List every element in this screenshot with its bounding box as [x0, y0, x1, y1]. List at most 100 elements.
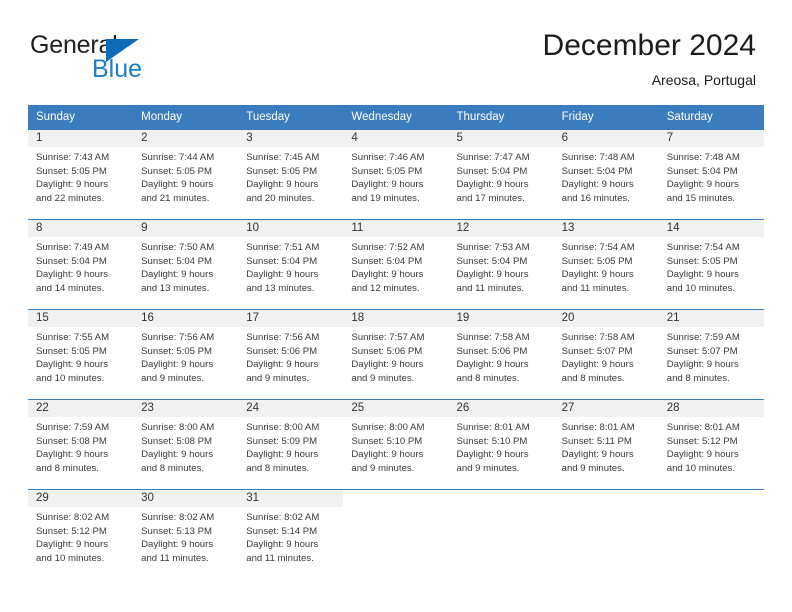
sunrise-text: Sunrise: 7:55 AM	[36, 332, 110, 343]
daylight-text-line1: Daylight: 9 hours	[141, 359, 214, 371]
calendar-day-cell[interactable]: 30 Sunrise: 8:02 AM Sunset: 5:13 PM Dayligh…	[133, 490, 239, 579]
sunset-text: Sunset: 5:04 PM	[351, 255, 423, 267]
daylight-text-line2: and 8 minutes.	[456, 372, 520, 384]
day-details: Sunrise: 7:45 AM Sunset: 5:05 PM Daylight:…	[238, 147, 343, 205]
sunset-text: Sunset: 5:06 PM	[351, 345, 423, 357]
daylight-text-line2: and 9 minutes.	[351, 462, 415, 474]
location-subtitle: Areosa, Portugal	[651, 72, 756, 88]
sunrise-text: Sunrise: 7:44 AM	[141, 152, 215, 163]
sunset-text: Sunset: 5:05 PM	[246, 165, 318, 177]
weekday-header-monday: Monday	[141, 111, 183, 123]
calendar-week-row: 22 Sunrise: 7:59 AM Sunset: 5:08 PM Dayligh…	[28, 399, 764, 489]
daylight-text-line2: and 9 minutes.	[561, 462, 625, 474]
sunset-text: Sunset: 5:04 PM	[36, 255, 107, 267]
calendar-day-cell[interactable]: 12 Sunrise: 7:53 AM Sunset: 5:04 PM Dayligh…	[448, 220, 554, 309]
daylight-text-line1: Daylight: 9 hours	[666, 359, 739, 371]
daylight-text-line2: and 19 minutes.	[351, 192, 420, 204]
brand-logo[interactable]: General Blue	[30, 32, 250, 88]
day-details: Sunrise: 8:02 AM Sunset: 5:14 PM Daylight:…	[238, 507, 343, 565]
calendar-day-cell[interactable]: 19 Sunrise: 7:58 AM Sunset: 5:06 PM Dayligh…	[448, 310, 554, 399]
day-number: 2	[133, 130, 239, 147]
calendar-day-cell[interactable]: 8 Sunrise: 7:49 AM Sunset: 5:04 PM Daylight…	[28, 220, 134, 309]
weekday-header-saturday: Saturday	[666, 111, 713, 123]
sunset-text: Sunset: 5:05 PM	[666, 255, 738, 267]
day-details	[449, 507, 554, 511]
calendar-day-cell[interactable]: 28 Sunrise: 8:01 AM Sunset: 5:12 PM Dayligh…	[658, 400, 764, 489]
daylight-text-line1: Daylight: 9 hours	[141, 269, 214, 281]
calendar-day-cell[interactable]: 18 Sunrise: 7:57 AM Sunset: 5:06 PM Dayligh…	[343, 310, 449, 399]
calendar-day-cell[interactable]: 21 Sunrise: 7:59 AM Sunset: 5:07 PM Dayligh…	[658, 310, 764, 399]
daylight-text-line2: and 10 minutes.	[36, 372, 105, 384]
day-details: Sunrise: 7:55 AM Sunset: 5:05 PM Daylight:…	[28, 327, 133, 385]
sunrise-text: Sunrise: 8:00 AM	[246, 422, 320, 433]
calendar-page: General Blue December 2024 Areosa, Portu…	[0, 0, 792, 612]
calendar-day-cell[interactable]: 22 Sunrise: 7:59 AM Sunset: 5:08 PM Dayligh…	[28, 400, 134, 489]
daylight-text-line1: Daylight: 9 hours	[456, 359, 529, 371]
day-details: Sunrise: 8:00 AM Sunset: 5:08 PM Daylight:…	[133, 417, 238, 475]
calendar-day-cell[interactable]: 13 Sunrise: 7:54 AM Sunset: 5:05 PM Dayligh…	[553, 220, 659, 309]
calendar-day-cell[interactable]: 15 Sunrise: 7:55 AM Sunset: 5:05 PM Dayligh…	[28, 310, 134, 399]
daylight-text-line2: and 8 minutes.	[666, 372, 730, 384]
daylight-text-line1: Daylight: 9 hours	[351, 179, 424, 191]
day-details: Sunrise: 7:47 AM Sunset: 5:04 PM Daylight:…	[449, 147, 554, 205]
day-details: Sunrise: 7:58 AM Sunset: 5:07 PM Daylight:…	[554, 327, 659, 385]
day-details	[659, 507, 764, 511]
sunrise-text: Sunrise: 7:53 AM	[456, 242, 530, 253]
calendar-day-cell[interactable]: 16 Sunrise: 7:56 AM Sunset: 5:05 PM Dayligh…	[133, 310, 239, 399]
calendar-weeks: 1 Sunrise: 7:43 AM Sunset: 5:05 PM Daylight…	[28, 130, 764, 579]
calendar-day-cell[interactable]: 10 Sunrise: 7:51 AM Sunset: 5:04 PM Dayligh…	[238, 220, 344, 309]
sunset-text: Sunset: 5:10 PM	[351, 435, 423, 447]
daylight-text-line1: Daylight: 9 hours	[666, 179, 739, 191]
day-details: Sunrise: 7:59 AM Sunset: 5:07 PM Daylight:…	[659, 327, 764, 385]
sunset-text: Sunset: 5:09 PM	[246, 435, 318, 447]
calendar-day-cell[interactable]: 14 Sunrise: 7:54 AM Sunset: 5:05 PM Dayligh…	[658, 220, 764, 309]
day-number: 16	[133, 310, 239, 327]
calendar-day-cell[interactable]: 26 Sunrise: 8:01 AM Sunset: 5:10 PM Dayligh…	[448, 400, 554, 489]
calendar-day-cell[interactable]: 29 Sunrise: 8:02 AM Sunset: 5:12 PM Dayligh…	[28, 490, 134, 579]
calendar-day-cell[interactable]: 9 Sunrise: 7:50 AM Sunset: 5:04 PM Daylight…	[133, 220, 239, 309]
daylight-text-line1: Daylight: 9 hours	[456, 179, 529, 191]
day-details: Sunrise: 7:46 AM Sunset: 5:05 PM Daylight:…	[343, 147, 448, 205]
sunset-text: Sunset: 5:05 PM	[36, 345, 107, 357]
calendar-day-cell[interactable]: 27 Sunrise: 8:01 AM Sunset: 5:11 PM Dayligh…	[553, 400, 659, 489]
calendar-day-cell[interactable]: 11 Sunrise: 7:52 AM Sunset: 5:04 PM Dayligh…	[343, 220, 449, 309]
daylight-text-line1: Daylight: 9 hours	[36, 449, 108, 461]
day-details: Sunrise: 8:01 AM Sunset: 5:11 PM Daylight:…	[554, 417, 659, 475]
daylight-text-line2: and 21 minutes.	[141, 192, 210, 204]
day-number	[554, 490, 659, 507]
calendar-day-cell[interactable]: 20 Sunrise: 7:58 AM Sunset: 5:07 PM Dayligh…	[553, 310, 659, 399]
calendar-day-cell[interactable]: 6 Sunrise: 7:48 AM Sunset: 5:04 PM Daylight…	[553, 130, 659, 219]
daylight-text-line2: and 22 minutes.	[36, 192, 105, 204]
sunset-text: Sunset: 5:12 PM	[36, 525, 107, 537]
daylight-text-line1: Daylight: 9 hours	[666, 449, 739, 461]
day-details: Sunrise: 7:43 AM Sunset: 5:05 PM Daylight:…	[28, 147, 133, 205]
day-number	[449, 490, 554, 507]
calendar-day-cell[interactable]: 31 Sunrise: 8:02 AM Sunset: 5:14 PM Dayligh…	[238, 490, 344, 579]
sunrise-text: Sunrise: 7:52 AM	[351, 242, 425, 253]
day-details: Sunrise: 8:00 AM Sunset: 5:10 PM Daylight:…	[343, 417, 448, 475]
day-details	[554, 507, 659, 511]
calendar-day-cell[interactable]: 25 Sunrise: 8:00 AM Sunset: 5:10 PM Dayligh…	[343, 400, 449, 489]
calendar-day-cell[interactable]: 2 Sunrise: 7:44 AM Sunset: 5:05 PM Daylight…	[133, 130, 239, 219]
sunset-text: Sunset: 5:14 PM	[246, 525, 318, 537]
calendar-day-cell[interactable]: 23 Sunrise: 8:00 AM Sunset: 5:08 PM Dayligh…	[133, 400, 239, 489]
sunrise-text: Sunrise: 7:59 AM	[666, 332, 740, 343]
daylight-text-line2: and 17 minutes.	[456, 192, 525, 204]
calendar-day-cell[interactable]: 1 Sunrise: 7:43 AM Sunset: 5:05 PM Daylight…	[28, 130, 134, 219]
day-details: Sunrise: 8:01 AM Sunset: 5:12 PM Daylight:…	[659, 417, 764, 475]
calendar-day-cell[interactable]: 4 Sunrise: 7:46 AM Sunset: 5:05 PM Daylight…	[343, 130, 449, 219]
calendar-day-cell[interactable]: 17 Sunrise: 7:56 AM Sunset: 5:06 PM Dayligh…	[238, 310, 344, 399]
day-details: Sunrise: 7:54 AM Sunset: 5:05 PM Daylight:…	[554, 237, 659, 295]
day-details: Sunrise: 7:59 AM Sunset: 5:08 PM Daylight:…	[28, 417, 133, 475]
daylight-text-line2: and 15 minutes.	[666, 192, 736, 204]
sunrise-text: Sunrise: 8:00 AM	[141, 422, 215, 433]
daylight-text-line1: Daylight: 9 hours	[36, 179, 108, 191]
day-details: Sunrise: 7:53 AM Sunset: 5:04 PM Daylight:…	[449, 237, 554, 295]
calendar-day-cell[interactable]: 7 Sunrise: 7:48 AM Sunset: 5:04 PM Daylight…	[658, 130, 764, 219]
page-title: December 2024	[542, 29, 756, 62]
daylight-text-line1: Daylight: 9 hours	[246, 539, 319, 551]
calendar-day-cell[interactable]: 5 Sunrise: 7:47 AM Sunset: 5:04 PM Daylight…	[448, 130, 554, 219]
calendar-day-cell[interactable]: 3 Sunrise: 7:45 AM Sunset: 5:05 PM Daylight…	[238, 130, 344, 219]
day-number: 15	[28, 310, 134, 327]
calendar-day-cell[interactable]: 24 Sunrise: 8:00 AM Sunset: 5:09 PM Dayligh…	[238, 400, 344, 489]
